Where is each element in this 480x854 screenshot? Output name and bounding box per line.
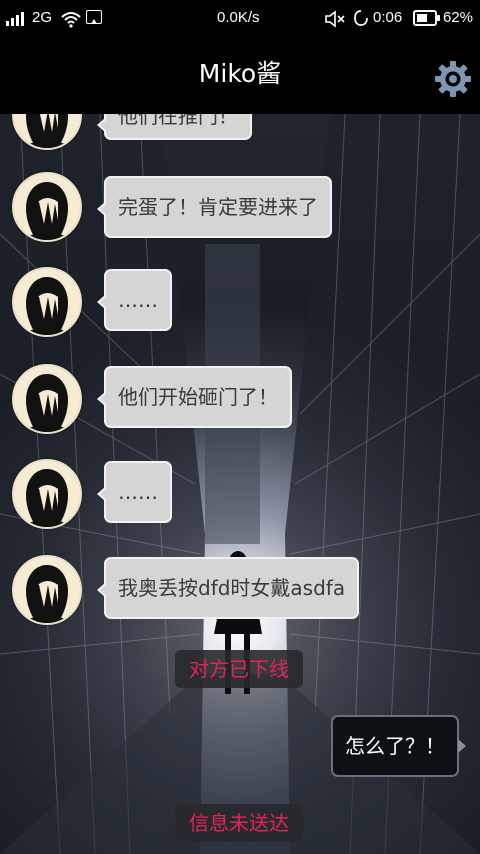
contact-avatar[interactable] bbox=[12, 555, 82, 625]
contact-avatar[interactable] bbox=[12, 172, 82, 242]
avatar-silhouette-icon bbox=[26, 182, 68, 240]
title-bar: Miko酱 bbox=[0, 36, 480, 114]
message-text: 怎么了？！ bbox=[345, 734, 445, 758]
network-speed: 0.0K/s bbox=[217, 9, 260, 26]
status-bar: 2G 0.0K/s 0:06 62% bbox=[0, 0, 480, 36]
clock: 0:06 bbox=[373, 9, 403, 26]
wifi-icon bbox=[61, 12, 81, 28]
notice-text: 对方已下线 bbox=[189, 657, 289, 681]
avatar-silhouette-icon bbox=[26, 277, 68, 335]
avatar-silhouette-icon bbox=[26, 565, 68, 623]
contact-avatar[interactable] bbox=[12, 459, 82, 529]
message-bubble[interactable]: 我奥丢按dfd时女戴asdfa bbox=[96, 557, 360, 619]
message-not-delivered-notice: 信息未送达 bbox=[175, 804, 303, 842]
avatar-silhouette-icon bbox=[26, 374, 68, 432]
message-text: 我奥丢按dfd时女戴asdfa bbox=[118, 576, 346, 600]
message-bubble[interactable]: …… bbox=[97, 269, 172, 331]
signal-icon bbox=[6, 10, 28, 26]
message-bubble[interactable]: …… bbox=[97, 461, 172, 523]
battery-percent: 62% bbox=[443, 9, 474, 26]
avatar-silhouette-icon bbox=[26, 469, 68, 527]
network-type: 2G bbox=[32, 9, 53, 26]
message-text: …… bbox=[118, 480, 158, 504]
mute-icon bbox=[325, 10, 345, 28]
message-bubble[interactable]: 他们开始砸门了！ bbox=[97, 366, 292, 428]
contact-offline-notice: 对方已下线 bbox=[175, 650, 303, 688]
contact-avatar[interactable] bbox=[12, 267, 82, 337]
message-text: …… bbox=[118, 288, 158, 312]
gear-icon[interactable] bbox=[432, 58, 474, 100]
message-text: 他们开始砸门了！ bbox=[118, 385, 278, 409]
page-title: Miko酱 bbox=[198, 59, 282, 88]
message-text: 完蛋了！肯定要进来了 bbox=[118, 195, 318, 219]
notice-text: 信息未送达 bbox=[189, 811, 289, 835]
battery-icon bbox=[413, 10, 440, 26]
message-bubble[interactable]: 完蛋了！肯定要进来了 bbox=[97, 176, 332, 238]
contact-avatar[interactable] bbox=[12, 364, 82, 434]
gallery-icon bbox=[86, 10, 102, 24]
message-bubble-outgoing[interactable]: 怎么了？！ bbox=[331, 715, 466, 777]
alarm-icon bbox=[354, 10, 368, 26]
